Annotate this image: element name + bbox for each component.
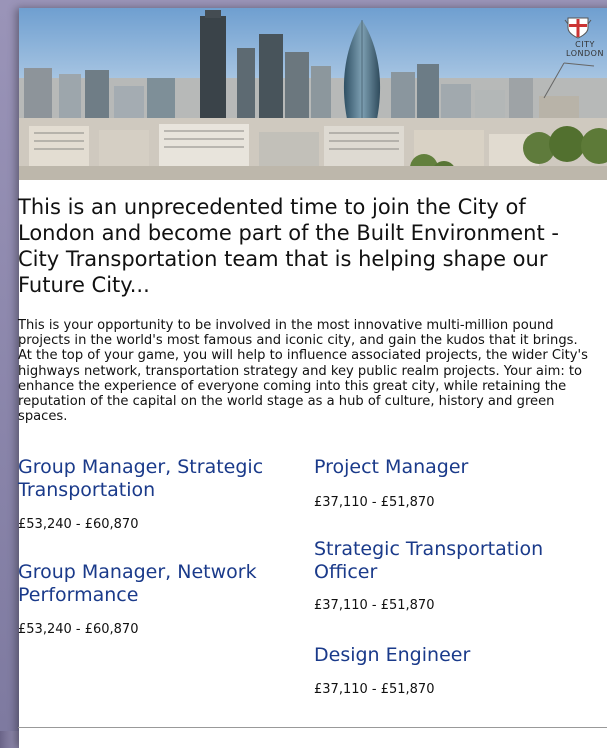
job-item[interactable]: Group Manager, Strategic Transportation … — [18, 456, 298, 533]
crest-label-line2: LONDON — [566, 49, 604, 58]
city-skyline-banner: CITY LONDON — [19, 8, 607, 180]
job-salary: £37,110 - £51,870 — [314, 495, 435, 510]
job-item[interactable]: Strategic Transportation Officer £37,110… — [314, 538, 594, 614]
job-salary: £53,240 - £60,870 — [18, 622, 139, 637]
job-title[interactable]: Group Manager, Network Performance — [18, 561, 298, 607]
job-salary: £37,110 - £51,870 — [314, 682, 435, 697]
job-item[interactable]: Project Manager £37,110 - £51,870 — [314, 456, 594, 511]
coat-of-arms-icon — [564, 17, 592, 39]
intro-paragraph: This is your opportunity to be involved … — [18, 318, 588, 425]
job-title[interactable]: Group Manager, Strategic Transportation — [18, 456, 298, 502]
job-item[interactable]: Design Engineer £37,110 - £51,870 — [314, 644, 594, 698]
divider — [18, 727, 607, 728]
job-title[interactable]: Project Manager — [314, 456, 594, 479]
advert-body: This is an unprecedented time to join th… — [18, 194, 588, 424]
crest-label-line1: CITY — [575, 40, 595, 49]
job-title[interactable]: Strategic Transportation Officer — [314, 538, 594, 584]
city-of-london-crest: CITY LONDON — [563, 14, 607, 58]
job-item[interactable]: Group Manager, Network Performance £53,2… — [18, 561, 298, 638]
headline: This is an unprecedented time to join th… — [18, 195, 559, 297]
job-title[interactable]: Design Engineer — [314, 644, 594, 667]
job-salary: £53,240 - £60,870 — [18, 517, 139, 532]
job-salary: £37,110 - £51,870 — [314, 598, 435, 613]
